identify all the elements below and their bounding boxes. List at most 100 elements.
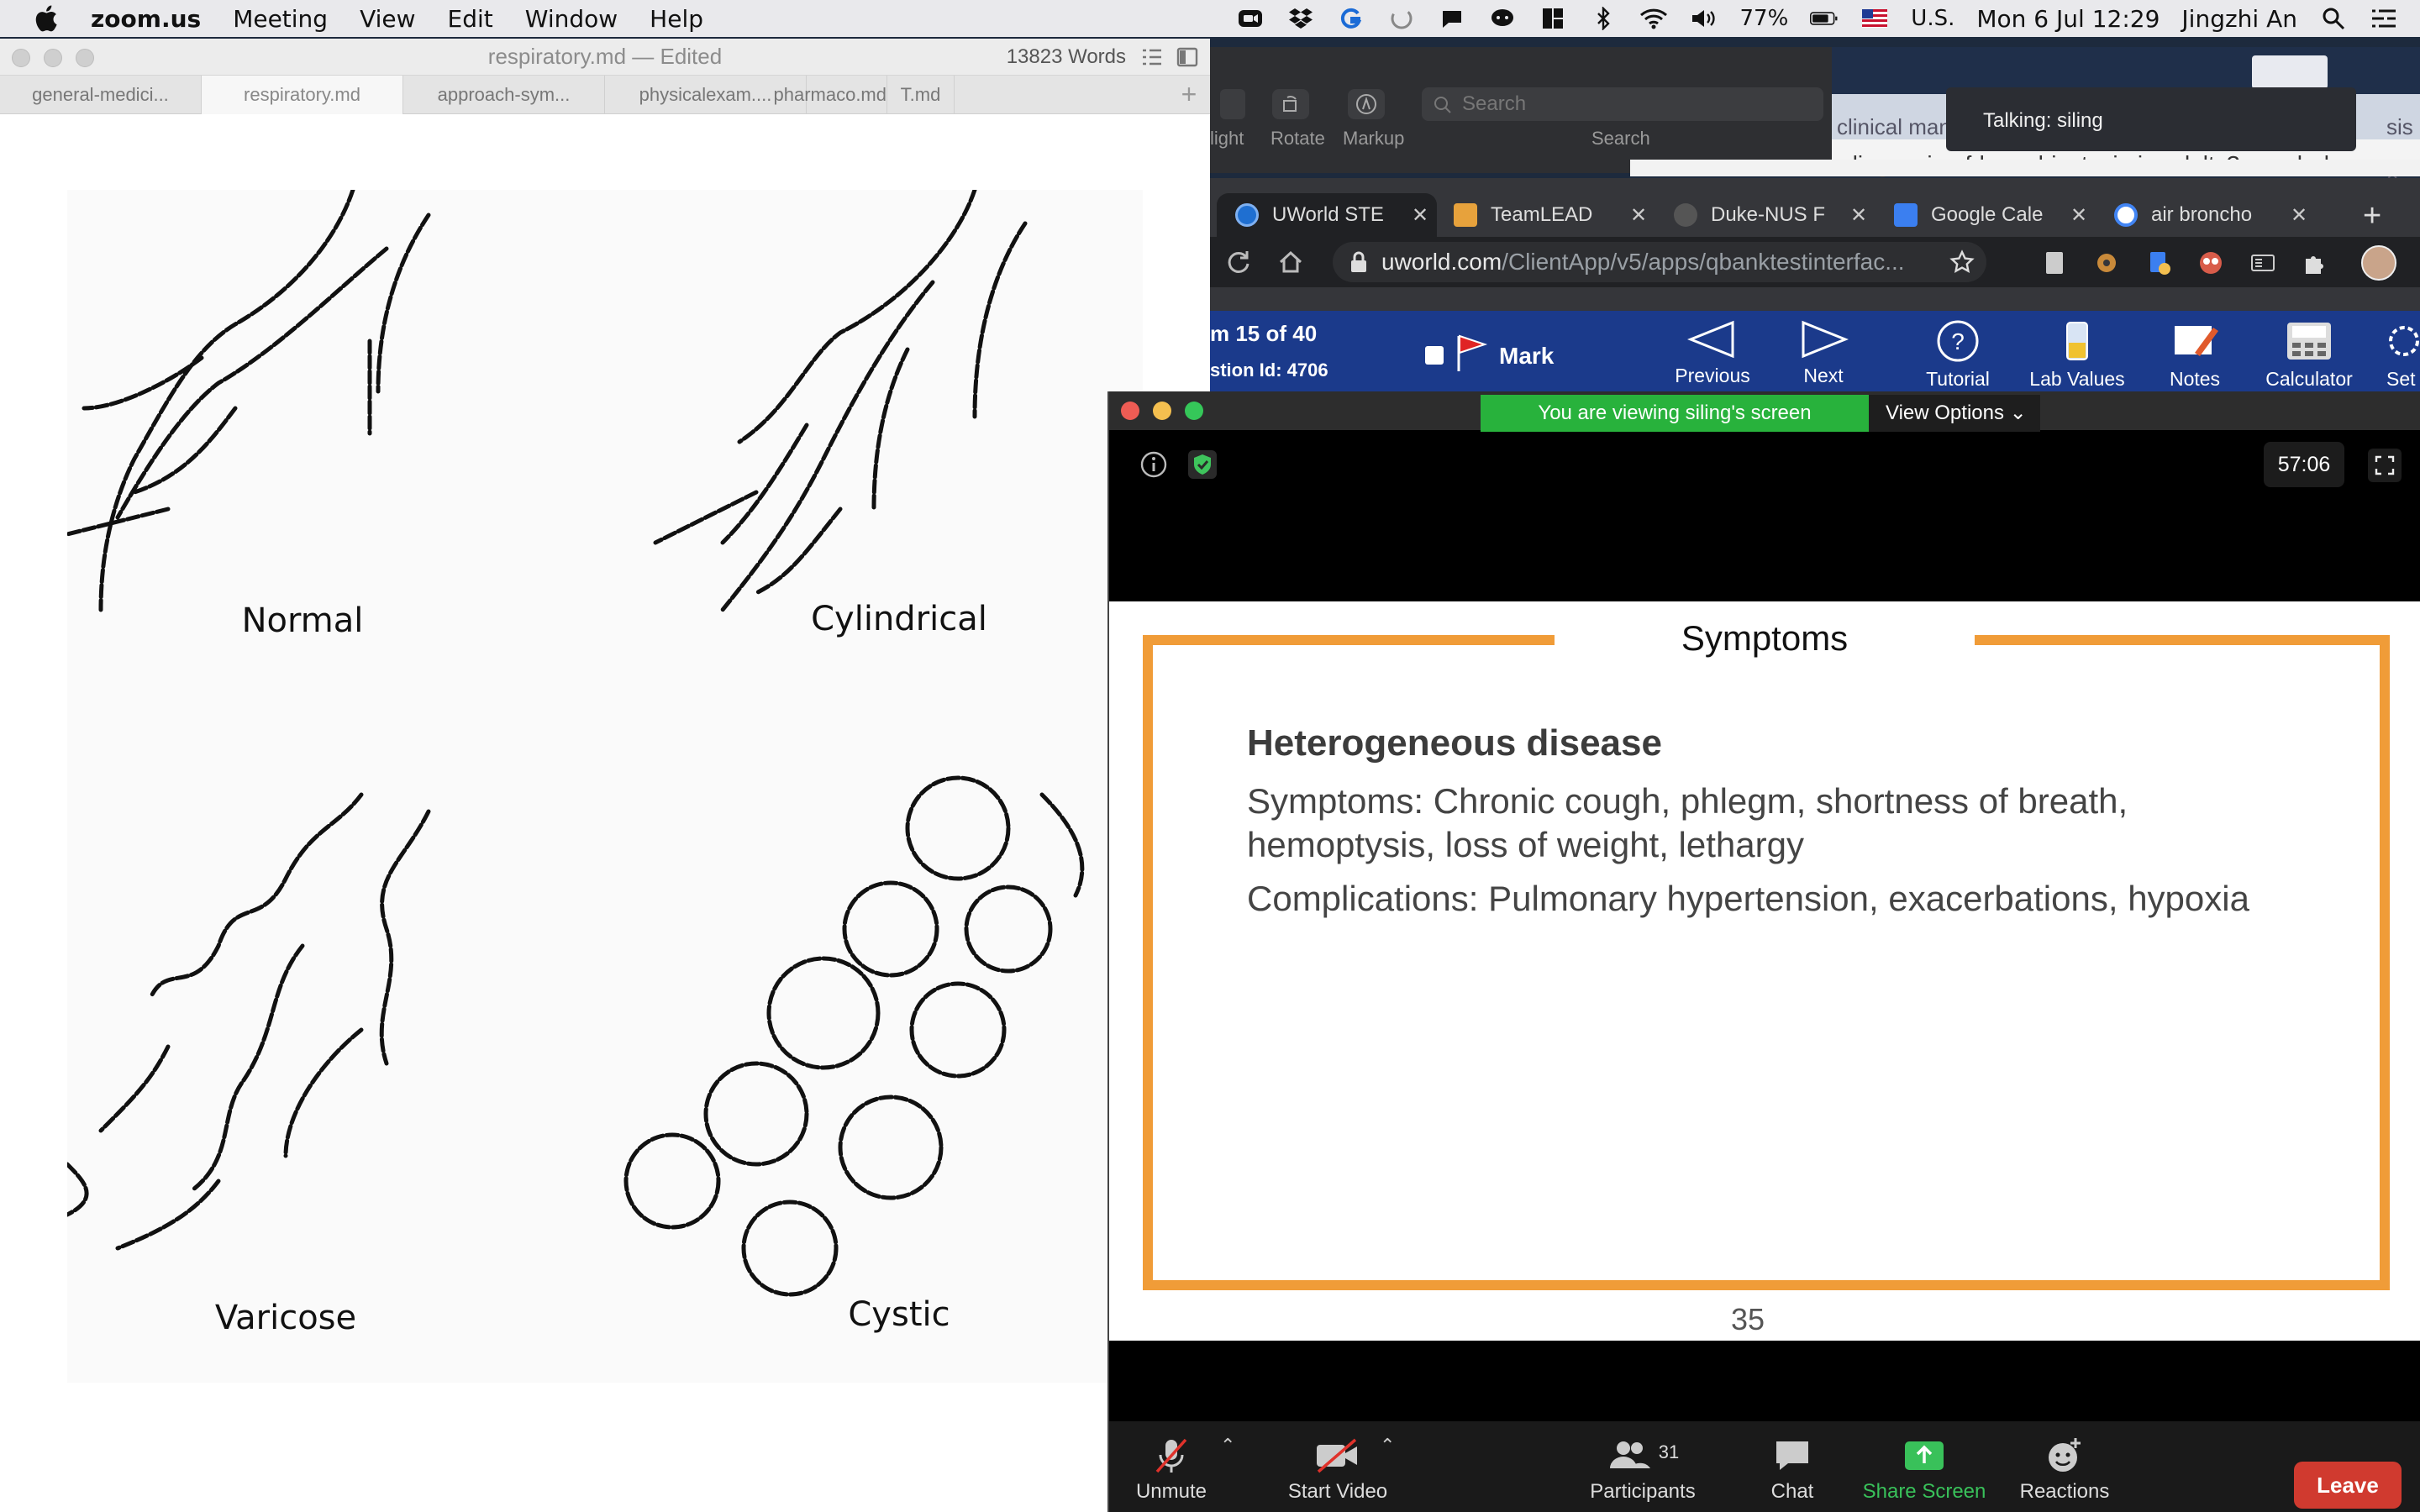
new-tab-icon[interactable]: + xyxy=(2363,198,2381,234)
menu-help[interactable]: Help xyxy=(650,5,703,33)
tab-uworld[interactable]: UWorld STE ✕ xyxy=(1217,193,1437,237)
bluetooth-icon[interactable] xyxy=(1589,6,1618,31)
notes-button[interactable]: Notes xyxy=(2136,319,2254,391)
clock[interactable]: Mon 6 Jul 12:29 xyxy=(1976,5,2160,33)
tab-general-medicine[interactable]: general-medici... xyxy=(0,76,202,114)
chrome-toolbar: uworld.com/ClientApp/v5/apps/qbanktestin… xyxy=(1210,237,2420,287)
zoom-status-icon[interactable] xyxy=(1236,6,1265,31)
tab-approach-symptoms[interactable]: approach-sym... xyxy=(403,76,605,114)
close-tab-icon[interactable]: ✕ xyxy=(1412,203,1428,228)
close-tab-icon[interactable]: ✕ xyxy=(2291,203,2307,228)
menu-app-name[interactable]: zoom.us xyxy=(91,5,201,33)
input-source-label[interactable]: U.S. xyxy=(1911,6,1954,31)
menu-meeting[interactable]: Meeting xyxy=(233,5,328,33)
zoom-button[interactable] xyxy=(1185,402,1203,420)
participants-button[interactable]: 31 Participants xyxy=(1580,1436,1706,1504)
share-screen-button[interactable]: Share Screen xyxy=(1857,1436,1991,1504)
tab-google-calendar[interactable]: Google Cale ✕ xyxy=(1876,193,2096,237)
sync-icon[interactable] xyxy=(1387,6,1416,31)
preview-search-input[interactable]: Search xyxy=(1422,87,1823,121)
profile-avatar[interactable] xyxy=(2361,245,2396,281)
tab-respiratory[interactable]: respiratory.md xyxy=(202,76,403,114)
dropdown-button[interactable] xyxy=(1220,89,1245,119)
close-tab-icon[interactable]: ✕ xyxy=(2070,203,2087,228)
address-bar[interactable]: uworld.com/ClientApp/v5/apps/qbanktestin… xyxy=(1333,242,1986,282)
cloud-chat-icon[interactable] xyxy=(1488,6,1517,31)
outline-icon[interactable] xyxy=(1141,47,1163,67)
start-video-button[interactable]: Start Video xyxy=(1279,1436,1397,1504)
user-name[interactable]: Jingzhi An xyxy=(2181,5,2297,33)
reactions-icon xyxy=(2049,1438,2081,1472)
bookmark-star-icon[interactable] xyxy=(1949,249,1975,275)
chat-button[interactable]: Chat xyxy=(1756,1436,1828,1504)
document-extension-icon[interactable] xyxy=(2042,250,2067,276)
reactions-button[interactable]: Reactions xyxy=(2018,1436,2111,1504)
lock-icon[interactable] xyxy=(1349,251,1368,273)
rotate-label: Rotate xyxy=(1270,128,1325,149)
info-icon[interactable] xyxy=(1139,450,1168,479)
mark-label[interactable]: Mark xyxy=(1499,343,1554,370)
dropbox-icon[interactable] xyxy=(1286,6,1315,31)
sidebar-toggle-icon[interactable] xyxy=(1176,47,1198,67)
slide-title: Symptoms xyxy=(1681,618,1849,658)
menu-edit[interactable]: Edit xyxy=(448,5,493,33)
next-label: Next xyxy=(1803,365,1844,386)
markup-icon[interactable] xyxy=(1346,87,1386,121)
tutorial-button[interactable]: ? Tutorial xyxy=(1899,319,2017,391)
home-icon[interactable] xyxy=(1277,249,1304,276)
docs-extension-icon[interactable] xyxy=(2146,250,2171,276)
volume-icon[interactable] xyxy=(1690,6,1718,31)
view-options-dropdown[interactable]: View Options ⌄ xyxy=(1869,395,2040,432)
us-flag-icon[interactable] xyxy=(1860,6,1889,31)
spotlight-search-icon[interactable] xyxy=(2319,6,2348,31)
wifi-icon[interactable] xyxy=(1639,6,1668,31)
minimize-button[interactable] xyxy=(1153,402,1171,420)
close-tab-icon[interactable]: ✕ xyxy=(1630,203,1647,228)
url-text[interactable]: uworld.com/ClientApp/v5/apps/qbanktestin… xyxy=(1381,249,1944,276)
unmute-button[interactable]: Unmute xyxy=(1131,1436,1212,1504)
puzzle-extensions-icon[interactable] xyxy=(2302,250,2328,276)
word-count[interactable]: 13823 Words xyxy=(1007,45,1126,69)
reader-extension-icon[interactable] xyxy=(2250,250,2275,276)
close-tab-icon[interactable]: ✕ xyxy=(1850,203,1867,228)
add-tab-icon[interactable]: + xyxy=(1168,76,1210,113)
tab-teamlead[interactable]: TeamLEAD ✕ xyxy=(1435,193,1655,237)
tab-duke-nus[interactable]: Duke-NUS F ✕ xyxy=(1655,193,1876,237)
label-varicose: Varicose xyxy=(214,1299,357,1337)
audio-options-chevron-icon[interactable]: ⌃ xyxy=(1220,1435,1235,1457)
reactions-label: Reactions xyxy=(2019,1480,2110,1503)
tab-pharmaco[interactable]: pharmaco.md xyxy=(773,76,887,114)
google-favicon-icon xyxy=(2114,203,2138,227)
lab-values-button[interactable]: Lab Values xyxy=(2018,319,2136,391)
flag-icon[interactable] xyxy=(1454,333,1489,373)
rotate-icon[interactable] xyxy=(1270,87,1311,121)
zoom-meeting-window: You are viewing siling's screen View Opt… xyxy=(1107,391,2420,1512)
next-button[interactable]: Next xyxy=(1765,319,1882,387)
shield-icon[interactable] xyxy=(1188,450,1217,479)
tab-air-bronchogram[interactable]: air broncho ✕ xyxy=(2096,193,2316,237)
layout-icon[interactable] xyxy=(1539,6,1567,31)
calculator-button[interactable]: Calculator xyxy=(2250,319,2368,391)
owl-extension-icon[interactable] xyxy=(2198,250,2223,276)
item-counter: m 15 of 40 xyxy=(1210,321,1318,346)
reload-icon[interactable] xyxy=(1225,249,1252,276)
apple-icon[interactable] xyxy=(30,2,64,35)
slide-complications-text: Complications: Pulmonary hypertension, e… xyxy=(1247,879,2249,918)
notification-icon[interactable] xyxy=(1438,6,1466,31)
tab-t-md[interactable]: T.md xyxy=(887,76,955,114)
settings-button[interactable]: Set xyxy=(2366,319,2420,391)
leave-button[interactable]: Leave xyxy=(2294,1462,2402,1509)
viewing-screen-banner: You are viewing siling's screen xyxy=(1481,395,1869,432)
previous-button[interactable]: Previous xyxy=(1654,319,1771,387)
fullscreen-icon[interactable] xyxy=(2368,449,2402,482)
menu-window[interactable]: Window xyxy=(525,5,618,33)
grammarly-icon[interactable] xyxy=(1337,6,1365,31)
gear-extension-icon[interactable] xyxy=(2094,250,2119,276)
video-options-chevron-icon[interactable]: ⌃ xyxy=(1380,1435,1395,1457)
calculator-label: Calculator xyxy=(2265,368,2353,390)
battery-icon[interactable] xyxy=(1810,6,1839,31)
menu-view[interactable]: View xyxy=(360,5,415,33)
control-center-icon[interactable] xyxy=(2370,6,2398,31)
close-button[interactable] xyxy=(1121,402,1139,420)
mark-checkbox[interactable] xyxy=(1425,346,1444,365)
